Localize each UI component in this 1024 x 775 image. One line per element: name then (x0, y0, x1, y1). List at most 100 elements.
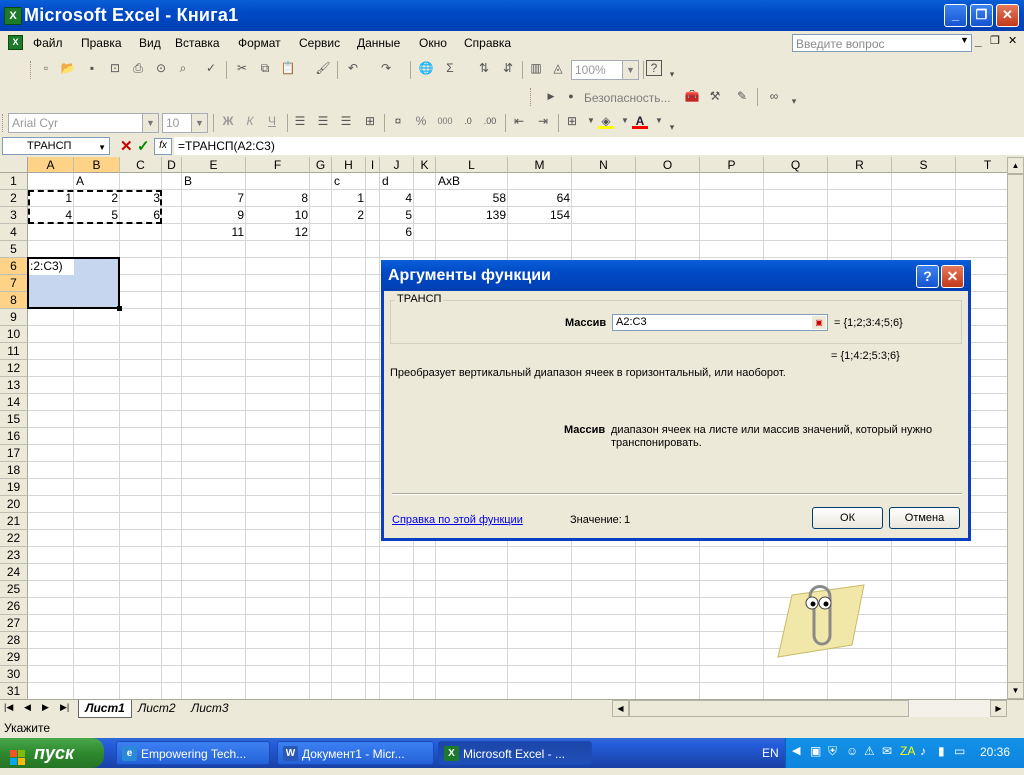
row-header-28[interactable]: 28 (0, 632, 28, 649)
cancel-formula-icon[interactable]: ✕ (120, 137, 133, 155)
permission-icon[interactable]: ⊡ (107, 60, 123, 76)
toolbar-options-icon[interactable]: ▾ (786, 93, 802, 109)
row-header-1[interactable]: 1 (0, 173, 28, 190)
chevron-down-icon[interactable]: ▼ (617, 113, 633, 129)
ask-question-input[interactable]: Введите вопрос (792, 34, 972, 52)
name-box[interactable]: ТРАНСП ▼ (2, 137, 110, 155)
font-color-icon[interactable]: A (632, 113, 648, 129)
row-header-5[interactable]: 5 (0, 241, 28, 258)
column-header-i[interactable]: I (366, 157, 380, 173)
decrease-decimal-icon[interactable]: .00 (482, 113, 498, 129)
tray-zonealarm-icon[interactable]: ZA (900, 744, 915, 758)
row-header-17[interactable]: 17 (0, 445, 28, 462)
sort-ascending-icon[interactable]: ⇅ (476, 60, 492, 76)
next-sheet-icon[interactable]: ▶ (42, 702, 49, 713)
vertical-scrollbar[interactable]: ▲ ▼ (1007, 157, 1024, 699)
column-header-k[interactable]: K (414, 157, 436, 173)
cell-c2[interactable]: 3 (120, 190, 162, 207)
format-painter-icon[interactable]: 🖌 (315, 60, 331, 76)
row-header-6[interactable]: 6 (0, 258, 28, 275)
tray-speaker-icon[interactable]: ♪ (920, 744, 926, 758)
row-header-29[interactable]: 29 (0, 649, 28, 666)
copy-icon[interactable]: ⧉ (257, 60, 273, 76)
font-name-select[interactable]: Arial Cyr ▼ (8, 113, 159, 133)
last-sheet-icon[interactable]: ▶| (60, 702, 69, 713)
cell-l2[interactable]: 58 (436, 190, 508, 207)
cell-b3[interactable]: 5 (74, 207, 120, 224)
menu-help[interactable]: Справка (464, 36, 511, 50)
column-header-a[interactable]: A (28, 157, 74, 173)
dialog-help-button[interactable]: ? (916, 265, 939, 288)
row-header-2[interactable]: 2 (0, 190, 28, 207)
toolbar-grip[interactable] (2, 114, 6, 132)
cell-f4[interactable]: 12 (246, 224, 310, 241)
row-header-23[interactable]: 23 (0, 547, 28, 564)
percent-button[interactable]: % (413, 113, 429, 129)
dialog-title-bar[interactable]: Аргументы функции ? ✕ (381, 260, 971, 291)
cell-a6[interactable]: :2:C3) (28, 258, 74, 275)
column-header-q[interactable]: Q (764, 157, 828, 173)
autosum-icon[interactable]: Σ (442, 60, 458, 76)
menu-data[interactable]: Данные (357, 36, 400, 50)
tray-expand-icon[interactable]: ◀ (792, 744, 800, 757)
scroll-left-icon[interactable]: ◀ (612, 700, 629, 717)
column-header-m[interactable]: M (508, 157, 572, 173)
row-header-16[interactable]: 16 (0, 428, 28, 445)
tray-security-icon[interactable]: ☺ (846, 744, 858, 758)
fill-color-icon[interactable]: ◈ (598, 113, 614, 129)
row-header-25[interactable]: 25 (0, 581, 28, 598)
increase-decimal-icon[interactable]: .0 (460, 113, 476, 129)
toolbar-options-icon[interactable]: ▾ (664, 66, 680, 82)
excel-app-icon[interactable]: X (4, 7, 22, 25)
chevron-down-icon[interactable]: ▼ (98, 140, 106, 156)
row-header-13[interactable]: 13 (0, 377, 28, 394)
toolbar-grip[interactable] (30, 61, 34, 79)
sheet-tab-1[interactable]: Лист1 (78, 700, 132, 718)
menu-view[interactable]: Вид (139, 36, 161, 50)
cell-f2[interactable]: 8 (246, 190, 310, 207)
column-header-r[interactable]: R (828, 157, 892, 173)
open-icon[interactable]: 📂 (60, 60, 76, 76)
task-excel[interactable]: X Microsoft Excel - ... (438, 741, 592, 765)
scroll-down-icon[interactable]: ▼ (1007, 682, 1024, 699)
chart-wizard-icon[interactable]: ▥ (528, 60, 544, 76)
hyperlink-icon[interactable]: 🌐 (418, 60, 434, 76)
decrease-indent-icon[interactable]: ⇤ (511, 113, 527, 129)
cell-m2[interactable]: 64 (508, 190, 572, 207)
ask-dropdown-icon[interactable]: ▼ (960, 35, 969, 45)
row-header-30[interactable]: 30 (0, 666, 28, 683)
menu-tools[interactable]: Сервис (299, 36, 340, 50)
cell-j4[interactable]: 6 (380, 224, 414, 241)
tray-app-icon[interactable]: ▣ (810, 744, 821, 758)
print-icon[interactable]: ⎙ (130, 60, 146, 76)
argument-input[interactable]: A2:C3 ▣ (612, 314, 828, 331)
column-header-e[interactable]: E (182, 157, 246, 173)
cancel-button[interactable]: Отмена (889, 507, 960, 529)
new-icon[interactable]: ▫ (38, 60, 54, 76)
cell-h2[interactable]: 1 (332, 190, 366, 207)
row-header-26[interactable]: 26 (0, 598, 28, 615)
title-bar[interactable]: X Microsoft Excel - Книга1 _ ❐ ✕ (0, 0, 1024, 31)
row-header-12[interactable]: 12 (0, 360, 28, 377)
column-header-t[interactable]: T (956, 157, 1007, 173)
prev-sheet-icon[interactable]: ◀ (24, 702, 31, 713)
row-header-31[interactable]: 31 (0, 683, 28, 699)
language-indicator[interactable]: EN (762, 746, 779, 760)
tools-icon[interactable]: ⚒ (707, 88, 723, 104)
row-header-7[interactable]: 7 (0, 275, 28, 292)
row-header-21[interactable]: 21 (0, 513, 28, 530)
merge-center-icon[interactable]: ⊞ (362, 113, 378, 129)
toolbar-options-icon[interactable]: ▾ (664, 119, 680, 135)
design-mode-icon[interactable]: ✎ (734, 88, 750, 104)
office-assistant-clippy[interactable] (772, 575, 867, 665)
column-header-b[interactable]: B (74, 157, 120, 173)
menu-file[interactable]: Файл (33, 36, 63, 50)
column-header-l[interactable]: L (436, 157, 508, 173)
row-header-14[interactable]: 14 (0, 394, 28, 411)
menu-edit[interactable]: Правка (81, 36, 122, 50)
row-header-3[interactable]: 3 (0, 207, 28, 224)
doc-close-button[interactable]: ✕ (1008, 34, 1017, 47)
sort-descending-icon[interactable]: ⇵ (500, 60, 516, 76)
cell-l1[interactable]: AxB (436, 173, 508, 190)
row-header-24[interactable]: 24 (0, 564, 28, 581)
